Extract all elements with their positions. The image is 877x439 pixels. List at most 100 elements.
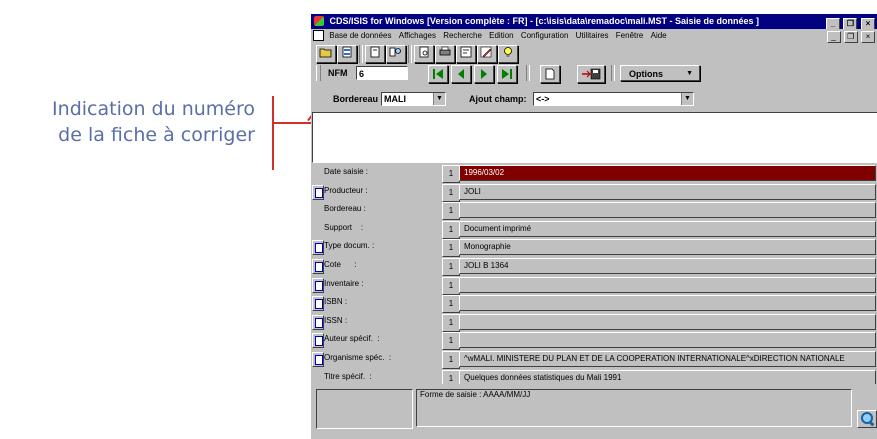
menu-utilitaires[interactable]: Utilitaires xyxy=(576,29,609,43)
field-value-input[interactable]: ^wMALI. MINISTERE DU PLAN ET DE LA COOPE… xyxy=(459,351,876,367)
field-label: Titre spécif. : xyxy=(324,371,372,381)
child-window-controls: _ ❐ × xyxy=(826,30,875,44)
field-label: Cote : xyxy=(324,260,357,269)
close-button[interactable]: × xyxy=(861,18,875,29)
first-record-button[interactable] xyxy=(428,65,448,83)
occurrence-counter[interactable]: 1 xyxy=(442,220,460,239)
new-record-button[interactable] xyxy=(540,65,560,83)
field-label: Type docum. : xyxy=(324,241,375,251)
field-value-input[interactable]: JOLI B 1364 xyxy=(459,258,876,274)
lightbulb-icon[interactable] xyxy=(498,45,518,63)
field-value-input[interactable] xyxy=(459,276,876,293)
previous-record-icon xyxy=(458,69,464,79)
field-value-input[interactable]: Monographie xyxy=(459,239,876,256)
form-field-row: ISSN : 1 xyxy=(311,313,877,332)
occurrence-counter[interactable]: 1 xyxy=(442,369,460,384)
field-value-input[interactable]: Document imprimé xyxy=(459,220,876,237)
nav-separator xyxy=(526,65,530,81)
menu-affichages[interactable]: Affichages xyxy=(399,29,436,43)
print-icon[interactable] xyxy=(435,45,455,63)
field-lookup-button[interactable] xyxy=(312,277,324,293)
menu-aide[interactable]: Aide xyxy=(651,29,667,43)
child-close-button[interactable]: × xyxy=(861,31,875,43)
options-dropdown[interactable]: Options ▼ xyxy=(620,65,700,81)
occurrence-counter[interactable]: 1 xyxy=(442,276,460,295)
field-value-input[interactable] xyxy=(459,202,876,219)
form-field-row: Producteur : 1 JOLI xyxy=(311,183,877,202)
occurrence-counter[interactable]: 1 xyxy=(442,165,460,183)
pencil-icon[interactable] xyxy=(477,45,497,63)
form-field-row: ISBN : 1 xyxy=(311,294,877,314)
minimize-button[interactable]: _ xyxy=(825,18,840,29)
last-record-button[interactable] xyxy=(497,65,517,83)
document-icon[interactable] xyxy=(313,30,324,41)
nfm-record-number-input[interactable]: 6 xyxy=(356,66,408,80)
record-icon[interactable] xyxy=(365,45,385,63)
occurrence-counter[interactable]: 1 xyxy=(442,295,460,314)
search-icon[interactable] xyxy=(386,45,406,63)
field-text-panel[interactable] xyxy=(312,112,877,163)
field-lookup-button[interactable] xyxy=(312,184,324,200)
field-label: Producteur : xyxy=(324,185,368,195)
input-format-hint: Forme de saisie : AAAA/MM/JJ xyxy=(416,389,852,427)
field-value-input[interactable] xyxy=(459,295,876,312)
field-label: ISBN : xyxy=(324,297,348,307)
grip-handle[interactable] xyxy=(316,65,321,81)
annotation-leader-vertical xyxy=(272,96,274,170)
field-lookup-button[interactable] xyxy=(312,259,324,274)
menu-configuration[interactable]: Configuration xyxy=(521,29,569,43)
field-label: Bordereau : xyxy=(324,204,366,214)
occurrence-counter[interactable]: 1 xyxy=(442,351,460,369)
form-field-row: Support : 1 Document imprimé xyxy=(311,220,877,239)
database-icon[interactable] xyxy=(337,45,357,63)
field-value-input[interactable] xyxy=(459,332,876,349)
occurrence-counter[interactable]: 1 xyxy=(442,202,460,221)
zoom-button[interactable] xyxy=(857,410,877,428)
previous-record-button[interactable] xyxy=(451,65,471,83)
edit-icon[interactable] xyxy=(456,45,476,63)
options-label: Options xyxy=(629,69,663,79)
next-record-button[interactable] xyxy=(474,65,494,83)
bordereau-label: Bordereau xyxy=(333,94,379,104)
field-lookup-button[interactable] xyxy=(312,352,324,367)
lookup-icon xyxy=(315,243,323,254)
window-controls: _ ❐ × xyxy=(825,16,875,29)
field-value-input[interactable]: Quelques données statistiques du Mali 19… xyxy=(459,369,876,384)
restore-button[interactable]: ❐ xyxy=(843,18,858,29)
save-record-button[interactable] xyxy=(577,65,605,83)
field-value-input[interactable] xyxy=(459,313,876,330)
occurrence-counter[interactable]: 1 xyxy=(442,313,460,332)
field-value-input[interactable]: 1996/03/02 xyxy=(459,165,876,181)
toolbar-separator xyxy=(408,45,412,63)
display-icon[interactable] xyxy=(414,45,434,63)
ajout-champ-select[interactable]: <-> ▼ xyxy=(533,92,694,106)
field-lookup-button[interactable] xyxy=(312,296,324,312)
menu-recherche[interactable]: Recherche xyxy=(443,29,482,43)
child-minimize-button[interactable]: _ xyxy=(826,31,841,43)
menu-base-de-donnees[interactable]: Base de données xyxy=(329,29,391,43)
next-record-icon xyxy=(481,69,487,79)
field-lookup-button[interactable] xyxy=(312,333,324,349)
menu-edition[interactable]: Edition xyxy=(489,29,513,43)
field-value-input[interactable]: JOLI xyxy=(459,183,876,200)
occurrence-counter[interactable]: 1 xyxy=(442,258,460,276)
app-icon xyxy=(314,16,324,26)
child-restore-button[interactable]: ❐ xyxy=(843,31,858,43)
form-field-row: Date saisie : 1 1996/03/02 xyxy=(311,164,877,183)
lookup-icon xyxy=(315,336,323,347)
occurrence-counter[interactable]: 1 xyxy=(442,239,460,258)
bordereau-select[interactable]: MALI ▼ xyxy=(381,92,446,106)
occurrence-counter[interactable]: 1 xyxy=(442,183,460,202)
status-area: Forme de saisie : AAAA/MM/JJ xyxy=(311,387,877,439)
menu-fenetre[interactable]: Fenêtre xyxy=(616,29,644,43)
field-lookup-button[interactable] xyxy=(312,314,324,330)
field-lookup-button[interactable] xyxy=(312,240,324,256)
main-toolbar xyxy=(311,43,877,65)
annotation-line-1: Indication du numéro xyxy=(52,98,255,120)
last-record-icon xyxy=(502,69,512,79)
lookup-icon xyxy=(315,355,323,365)
annotation-line-2: de la fiche à corriger xyxy=(58,124,255,146)
occurrence-counter[interactable]: 1 xyxy=(442,332,460,351)
data-entry-form: Date saisie :1 1996/03/02 Producteur :1 JOL… xyxy=(311,164,877,384)
open-folder-icon[interactable] xyxy=(316,45,336,63)
